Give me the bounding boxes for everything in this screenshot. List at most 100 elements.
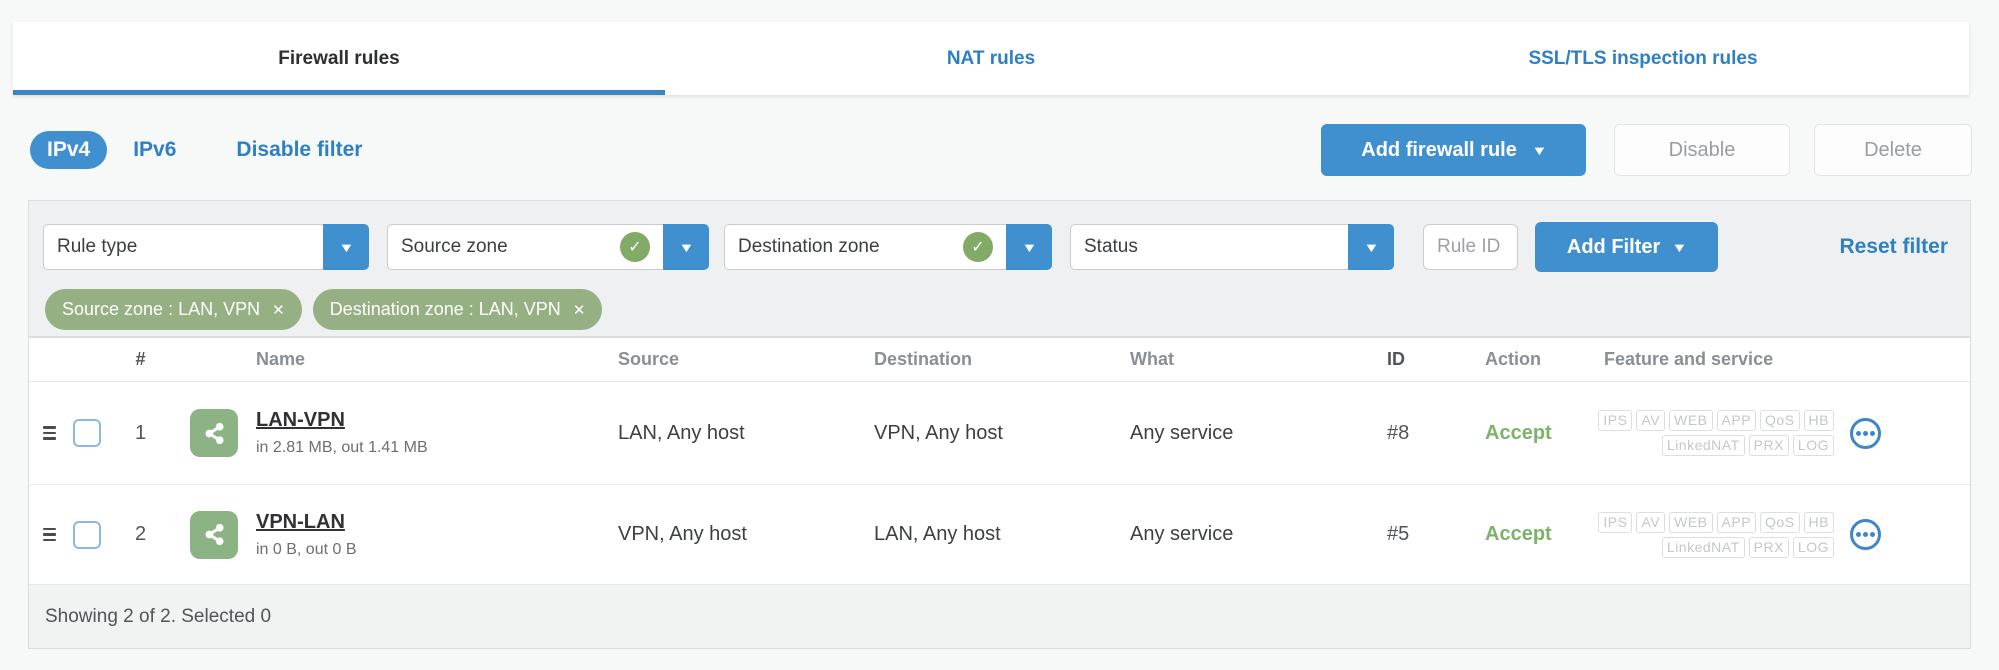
feature-badge: APP bbox=[1716, 511, 1757, 533]
reset-filter-link[interactable]: Reset filter bbox=[1839, 235, 1948, 259]
table-footer: Showing 2 of 2. Selected 0 bbox=[29, 585, 1970, 648]
row-checkbox[interactable] bbox=[73, 419, 101, 447]
rule-destination: LAN, Any host bbox=[874, 523, 1001, 545]
source-zone-dropdown-caret[interactable]: ▼ bbox=[663, 224, 709, 270]
feature-badge: LOG bbox=[1792, 435, 1834, 456]
chevron-down-icon: ▼ bbox=[1671, 239, 1688, 255]
rule-what: Any service bbox=[1130, 523, 1234, 545]
rule-id: #5 bbox=[1387, 523, 1410, 545]
tab-ssl-tls-inspection-rules[interactable]: SSL/TLS inspection rules bbox=[1317, 22, 1969, 95]
network-share-icon bbox=[190, 409, 238, 457]
header-number: # bbox=[135, 349, 146, 369]
filter-chip-destination-zone: Destination zone : LAN, VPN ✕ bbox=[312, 289, 603, 330]
source-zone-dropdown[interactable]: Source zone ✓ ▼ bbox=[387, 224, 709, 270]
rule-type-dropdown-caret[interactable]: ▼ bbox=[323, 224, 369, 270]
feature-badge: LinkedNAT bbox=[1661, 435, 1745, 456]
source-zone-dropdown-label: Source zone ✓ bbox=[387, 224, 663, 270]
feature-badges: IPS AV WEB APP QoS HB LinkedNAT PRX LOG bbox=[1594, 410, 1834, 456]
close-icon[interactable]: ✕ bbox=[573, 301, 586, 319]
header-feature-and-service: Feature and service bbox=[1604, 349, 1774, 369]
rule-source: VPN, Any host bbox=[618, 523, 747, 545]
filter-panel: Rule type ▼ Source zone ✓ ▼ Destination … bbox=[28, 200, 1971, 337]
rule-traffic-stats: in 0 B, out 0 B bbox=[256, 540, 357, 558]
table-header-row: # Name Source Destination What ID Action… bbox=[29, 338, 1970, 382]
rule-type-dropdown-label: Rule type bbox=[43, 224, 323, 270]
add-firewall-rule-label: Add firewall rule bbox=[1361, 138, 1517, 161]
rule-id-input[interactable] bbox=[1423, 224, 1518, 270]
chevron-down-icon: ▼ bbox=[1531, 142, 1548, 158]
caret-down-icon: ▼ bbox=[1362, 239, 1380, 255]
rule-name-link[interactable]: VPN-LAN bbox=[256, 511, 357, 534]
network-share-icon bbox=[190, 510, 238, 559]
row-number: 1 bbox=[134, 421, 147, 444]
feature-badge: LOG bbox=[1792, 536, 1834, 558]
feature-badge: IPS bbox=[1598, 410, 1633, 431]
caret-down-icon: ▼ bbox=[337, 239, 355, 255]
destination-zone-dropdown-label: Destination zone ✓ bbox=[724, 224, 1006, 270]
feature-badges: IPS AV WEB APP QoS HB LinkedNAT PRX LOG bbox=[1594, 511, 1834, 558]
header-source: Source bbox=[618, 349, 680, 369]
caret-down-icon: ▼ bbox=[1020, 239, 1038, 255]
add-filter-label: Add Filter bbox=[1566, 235, 1661, 258]
drag-handle-icon[interactable] bbox=[43, 527, 56, 542]
rule-name-link[interactable]: LAN-VPN bbox=[256, 409, 428, 432]
rule-destination: VPN, Any host bbox=[874, 421, 1003, 444]
tab-nat-rules[interactable]: NAT rules bbox=[665, 22, 1317, 95]
rule-action-accept: Accept bbox=[1485, 421, 1552, 444]
ipv6-toggle[interactable]: IPv6 bbox=[133, 138, 176, 162]
drag-handle-icon[interactable] bbox=[43, 426, 56, 440]
destination-zone-dropdown-caret[interactable]: ▼ bbox=[1006, 224, 1052, 270]
check-circle-icon: ✓ bbox=[963, 232, 993, 262]
header-id: ID bbox=[1387, 349, 1405, 369]
rule-type-dropdown[interactable]: Rule type ▼ bbox=[43, 224, 369, 270]
disable-filter-link[interactable]: Disable filter bbox=[236, 138, 362, 162]
header-action: Action bbox=[1485, 349, 1541, 369]
check-circle-icon: ✓ bbox=[620, 232, 650, 262]
active-filter-chips: Source zone : LAN, VPN ✕ Destination zon… bbox=[45, 289, 603, 330]
firewall-rules-page: Firewall rules NAT rules SSL/TLS inspect… bbox=[0, 0, 1999, 670]
firewall-rules-table: # Name Source Destination What ID Action… bbox=[28, 337, 1971, 649]
row-menu-ellipsis-button[interactable] bbox=[1850, 417, 1881, 449]
rule-traffic-stats: in 2.81 MB, out 1.41 MB bbox=[256, 439, 428, 456]
feature-badge: AV bbox=[1636, 511, 1666, 533]
feature-badge: QoS bbox=[1760, 511, 1800, 533]
header-destination: Destination bbox=[874, 349, 973, 369]
table-row: 1 LAN-VPN in 2.81 MB, out 1.41 MB LAN, A… bbox=[29, 382, 1970, 485]
status-dropdown-caret[interactable]: ▼ bbox=[1348, 224, 1394, 270]
filter-chip-label: Destination zone : LAN, VPN bbox=[329, 299, 561, 319]
header-name: Name bbox=[256, 349, 306, 369]
feature-badge: WEB bbox=[1669, 511, 1713, 533]
destination-zone-dropdown[interactable]: Destination zone ✓ ▼ bbox=[724, 224, 1052, 270]
delete-button[interactable]: Delete bbox=[1814, 124, 1972, 176]
row-checkbox[interactable] bbox=[73, 520, 101, 549]
filter-row: Rule type ▼ Source zone ✓ ▼ Destination … bbox=[43, 222, 1956, 272]
header-what: What bbox=[1130, 349, 1174, 369]
feature-badge: IPS bbox=[1598, 511, 1633, 533]
feature-badge: WEB bbox=[1669, 410, 1713, 431]
rules-tabbar: Firewall rules NAT rules SSL/TLS inspect… bbox=[13, 22, 1969, 95]
disable-button[interactable]: Disable bbox=[1614, 124, 1790, 176]
row-number: 2 bbox=[134, 523, 147, 545]
feature-badge: PRX bbox=[1748, 435, 1789, 456]
feature-badge: AV bbox=[1636, 410, 1666, 431]
row-menu-ellipsis-button[interactable] bbox=[1850, 519, 1881, 550]
filter-chip-source-zone: Source zone : LAN, VPN ✕ bbox=[45, 289, 302, 330]
filter-chip-label: Source zone : LAN, VPN bbox=[62, 299, 261, 319]
add-firewall-rule-button[interactable]: Add firewall rule ▼ bbox=[1321, 124, 1586, 176]
rule-action-accept: Accept bbox=[1485, 523, 1552, 545]
rule-id: #8 bbox=[1387, 421, 1410, 444]
ipv4-toggle[interactable]: IPv4 bbox=[30, 131, 108, 169]
tab-firewall-rules[interactable]: Firewall rules bbox=[13, 22, 665, 95]
feature-badge: PRX bbox=[1748, 536, 1789, 558]
close-icon[interactable]: ✕ bbox=[272, 301, 285, 319]
showing-summary: Showing 2 of 2. Selected 0 bbox=[45, 605, 272, 627]
rule-what: Any service bbox=[1130, 421, 1234, 444]
toolbar: IPv4 IPv6 Disable filter Add firewall ru… bbox=[30, 124, 1972, 176]
add-filter-button[interactable]: Add Filter ▼ bbox=[1535, 222, 1718, 272]
status-dropdown[interactable]: Status ▼ bbox=[1070, 224, 1394, 270]
destination-zone-label-text: Destination zone bbox=[738, 236, 880, 257]
caret-down-icon: ▼ bbox=[677, 239, 695, 255]
feature-badge: HB bbox=[1803, 410, 1834, 431]
feature-badge: APP bbox=[1716, 410, 1757, 431]
feature-badge: HB bbox=[1803, 511, 1834, 533]
